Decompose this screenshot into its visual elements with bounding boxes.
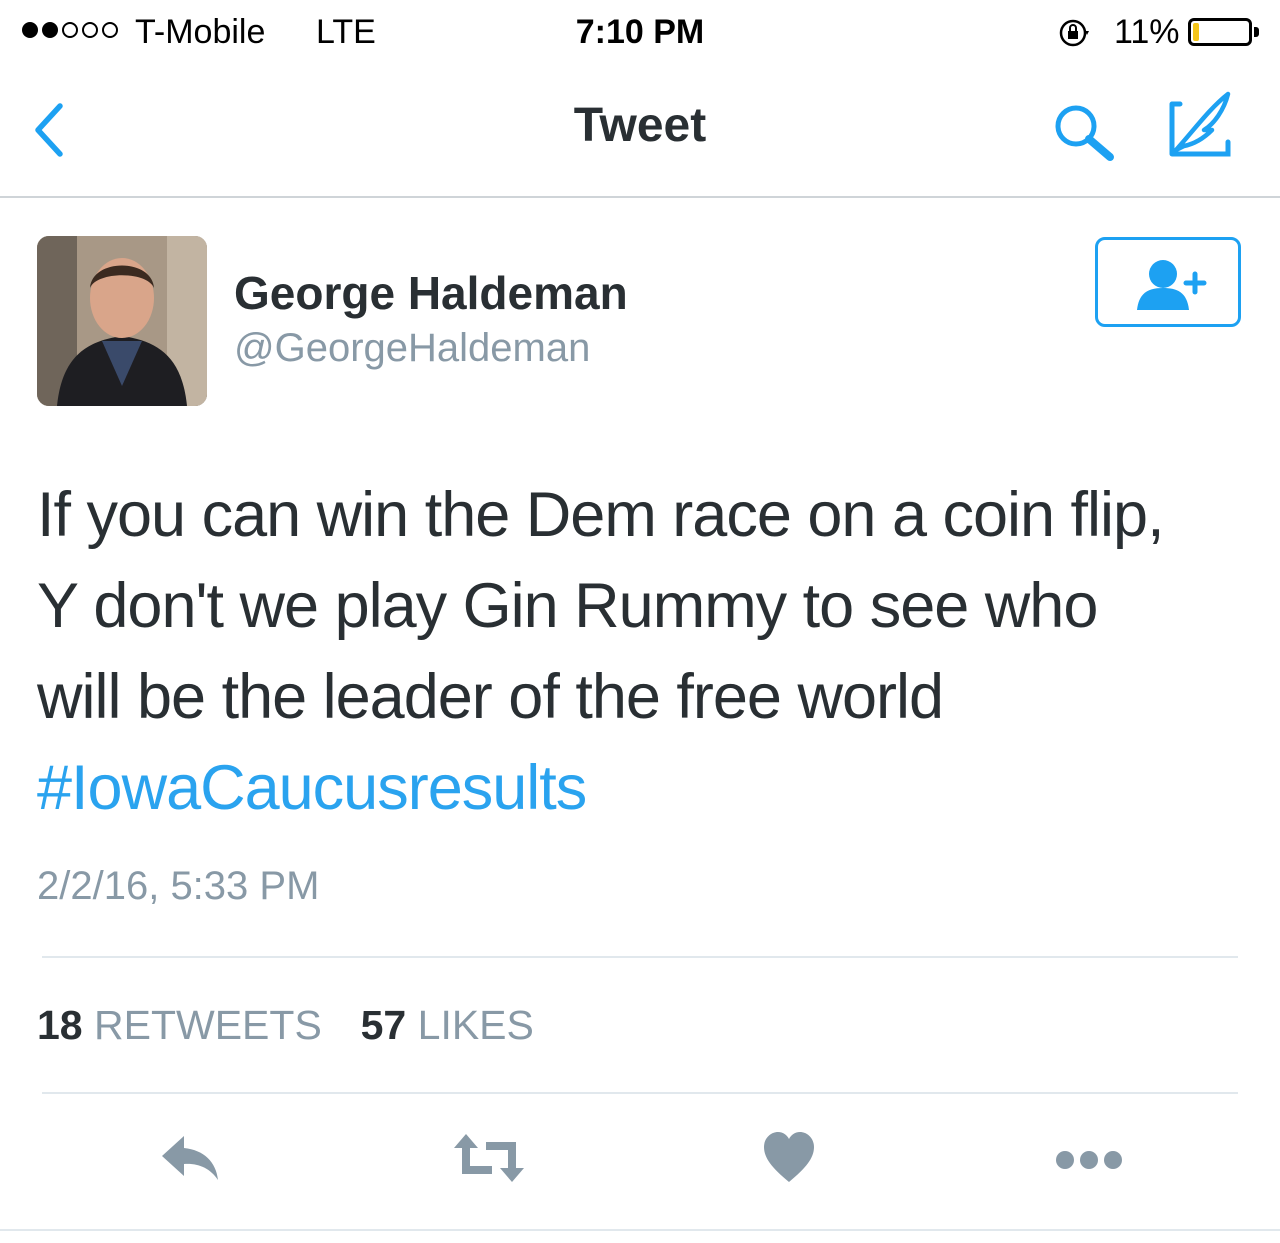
tweet-text-line: will be the leader of the free world: [37, 662, 944, 732]
divider: [42, 1092, 1238, 1094]
more-icon[interactable]: [1053, 1130, 1125, 1186]
author-name[interactable]: George Haldeman: [234, 266, 628, 320]
battery-percent: 11%: [1114, 13, 1180, 51]
tweet-timestamp: 2/2/16, 5:33 PM: [37, 864, 320, 908]
battery-level: [1193, 23, 1199, 41]
status-bar: T-Mobile LTE 7:10 PM 11%: [0, 0, 1280, 66]
search-icon[interactable]: [1050, 102, 1122, 162]
author-handle[interactable]: @GeorgeHaldeman: [234, 326, 590, 371]
tweet-stats: 18 RETWEETS 57 LIKES: [37, 1002, 534, 1049]
follow-button[interactable]: [1095, 237, 1241, 327]
retweets-label[interactable]: RETWEETS: [94, 1002, 322, 1048]
hashtag-link[interactable]: #IowaCaucusresults: [37, 743, 1247, 834]
add-user-icon: [1137, 260, 1207, 310]
tweet-text: If you can win the Dem race on a coin fl…: [37, 470, 1247, 834]
divider: [0, 1229, 1280, 1231]
likes-label[interactable]: LIKES: [418, 1002, 534, 1048]
nav-bar: Tweet: [0, 66, 1280, 198]
compose-icon[interactable]: [1166, 90, 1236, 160]
divider: [42, 956, 1238, 958]
battery-tip: [1254, 27, 1259, 37]
battery-icon: [1188, 18, 1252, 46]
rotation-lock-icon: [1059, 19, 1089, 47]
retweets-count[interactable]: 18: [37, 1002, 83, 1048]
profile-photo: [37, 236, 207, 406]
retweet-icon[interactable]: [452, 1130, 526, 1186]
tweet-text-line: Y don't we play Gin Rummy to see who: [37, 571, 1098, 641]
heart-icon[interactable]: [762, 1130, 816, 1186]
avatar[interactable]: [37, 236, 207, 406]
tweet-text-line: If you can win the Dem race on a coin fl…: [37, 480, 1165, 550]
likes-count[interactable]: 57: [361, 1002, 407, 1048]
reply-icon[interactable]: [160, 1130, 222, 1186]
